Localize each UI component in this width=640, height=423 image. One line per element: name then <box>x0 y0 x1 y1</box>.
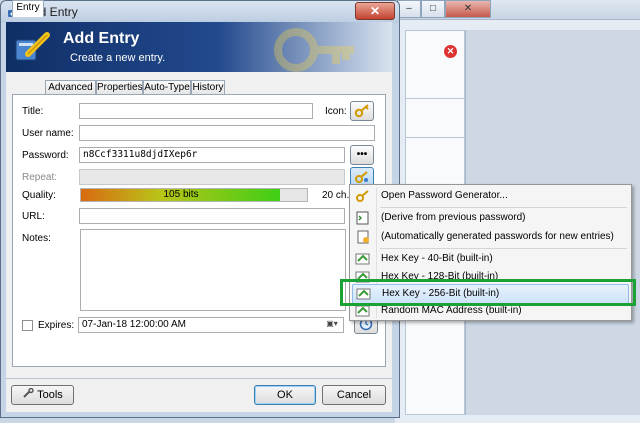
tab-auto-type[interactable]: Auto-Type <box>143 80 191 95</box>
error-icon: ✕ <box>444 45 457 58</box>
notes-textarea[interactable] <box>80 229 346 311</box>
expires-date-field[interactable]: 07-Jan-18 12:00:00 AM <box>78 317 344 333</box>
profile-icon <box>355 253 370 265</box>
highlight-annotation <box>340 279 636 306</box>
banner-title: Add Entry <box>63 30 140 47</box>
background-close-button[interactable]: ✕ <box>445 0 491 18</box>
menu-item-label: Hex Key - 40-Bit (built-in) <box>381 253 493 264</box>
password-quality-bar: 105 bits <box>80 188 308 202</box>
tools-button[interactable]: Tools <box>11 385 74 405</box>
username-label: User name: <box>22 128 74 139</box>
tools-label: Tools <box>37 389 63 401</box>
expires-checkbox[interactable] <box>22 320 33 331</box>
repeat-label: Repeat: <box>22 172 58 183</box>
menu-item-auto-generated[interactable]: (Automatically generated passwords for n… <box>352 228 629 247</box>
add-entry-icon <box>15 32 50 61</box>
tools-icon <box>23 387 34 398</box>
ok-button[interactable]: OK <box>254 385 316 405</box>
title-bar: Add Entry ✕ <box>1 1 399 23</box>
profile-icon <box>355 305 370 317</box>
background-minimize-button[interactable]: – <box>397 0 421 18</box>
menu-item-hex-key-40[interactable]: Hex Key - 40-Bit (built-in) <box>352 250 629 269</box>
expires-label: Expires: <box>38 320 75 331</box>
key-icon <box>356 190 369 202</box>
icon-picker-button[interactable] <box>350 101 374 121</box>
calendar-dropdown-icon[interactable]: ▣▾ <box>320 317 344 333</box>
tab-advanced[interactable]: Advanced <box>45 80 96 95</box>
terminal-icon <box>356 211 369 225</box>
background-maximize-button[interactable]: □ <box>421 0 445 18</box>
background-list <box>405 98 465 138</box>
document-icon <box>357 230 369 244</box>
menu-item-derive-previous[interactable]: (Derive from previous password) <box>352 209 629 228</box>
menu-separator <box>380 207 627 208</box>
banner-subtitle: Create a new entry. <box>70 52 166 64</box>
icon-label: Icon: <box>325 106 347 117</box>
menu-item-open-password-generator[interactable]: Open Password Generator... <box>352 187 629 206</box>
password-generator-icon <box>355 171 368 183</box>
banner-watermark-key-icon <box>274 28 354 72</box>
title-field[interactable] <box>79 103 313 119</box>
quality-bits: 105 bits <box>163 189 199 200</box>
menu-separator <box>380 248 627 249</box>
menu-item-label: Random MAC Address (built-in) <box>381 305 522 316</box>
key-icon <box>354 104 369 118</box>
toggle-password-button[interactable]: ••• <box>350 145 374 165</box>
quality-label: Quality: <box>22 190 56 201</box>
notes-label: Notes: <box>22 233 51 244</box>
cancel-button[interactable]: Cancel <box>322 385 386 405</box>
tab-properties[interactable]: Properties <box>96 80 143 95</box>
menu-item-label: (Automatically generated passwords for n… <box>381 231 614 242</box>
password-label: Password: <box>22 150 69 161</box>
background-titlebar: – □ ✕ <box>395 0 640 20</box>
tab-history[interactable]: History <box>191 80 225 95</box>
username-field[interactable] <box>79 125 375 141</box>
password-length: 20 ch. <box>322 190 350 201</box>
close-button[interactable]: ✕ <box>355 2 395 20</box>
title-label: Title: <box>22 106 44 117</box>
menu-item-label: Open Password Generator... <box>381 190 508 201</box>
url-field[interactable] <box>79 208 345 224</box>
menu-item-label: (Derive from previous password) <box>381 212 526 223</box>
password-field[interactable]: n8Ccf3311u8djdIXep6r <box>79 147 345 163</box>
repeat-password-field[interactable] <box>79 169 345 185</box>
footer-divider <box>6 378 392 379</box>
url-label: URL: <box>22 211 45 222</box>
tab-entry[interactable]: Entry <box>12 0 44 17</box>
header-banner: Add Entry Create a new entry. <box>6 22 392 72</box>
